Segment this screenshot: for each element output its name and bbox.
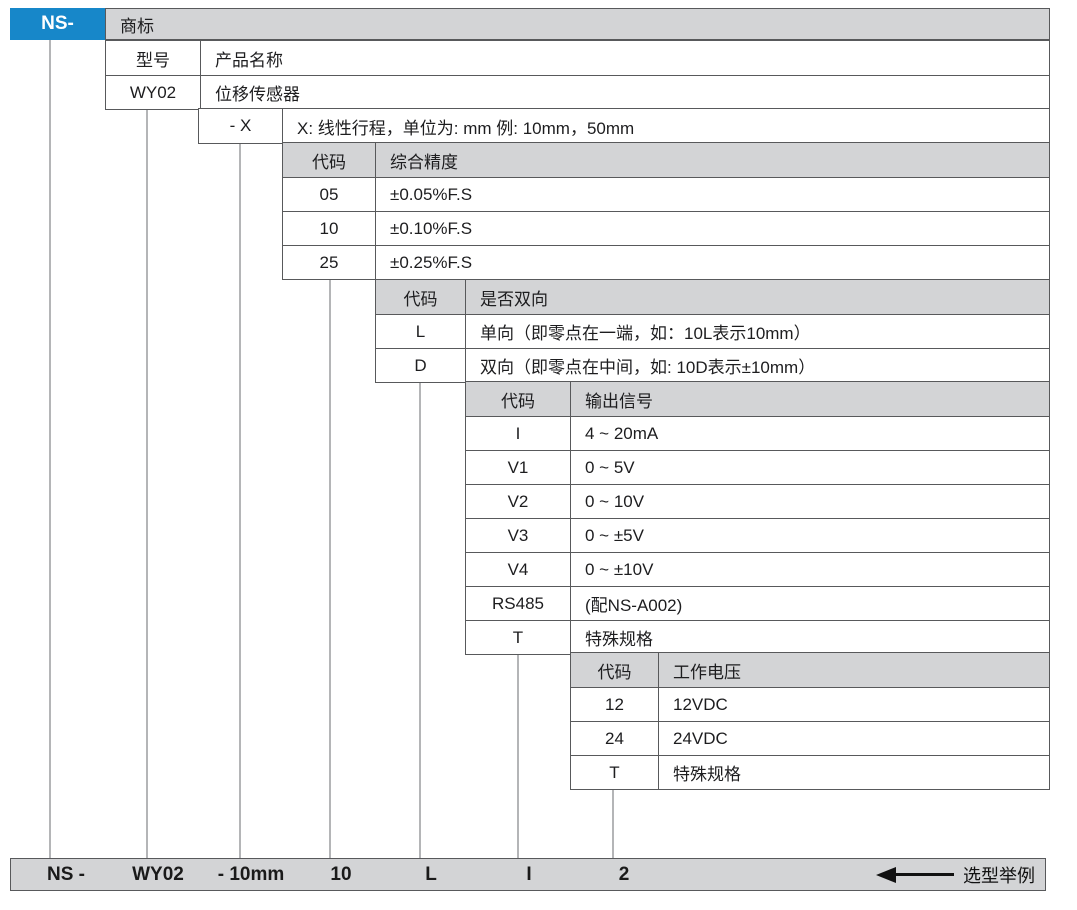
- arrow-line: [896, 873, 954, 876]
- example-segment-prefix: NS -: [16, 859, 116, 890]
- code-header-cell: 代码: [466, 382, 571, 416]
- voltage-table: 代码 工作电压 12 12VDC 24 24VDC T 特殊规格: [570, 652, 1050, 790]
- desc-cell: (配NS-A002): [571, 587, 1049, 620]
- code-cell: V2: [466, 485, 571, 518]
- example-segment-output: I: [479, 859, 579, 890]
- code-header-cell: 代码: [283, 143, 376, 177]
- table-row: D 双向（即零点在中间，如: 10D表示±10mm）: [376, 348, 1049, 382]
- example-segment-model: WY02: [108, 859, 208, 890]
- table-row: I 4 ~ 20mA: [466, 416, 1049, 450]
- code-cell: 05: [283, 178, 376, 211]
- code-cell: T: [466, 621, 571, 654]
- desc-cell: ±0.25%F.S: [376, 246, 1049, 279]
- connector-line-voltage: [612, 788, 614, 858]
- desc-cell: 双向（即零点在中间，如: 10D表示±10mm）: [466, 349, 1049, 382]
- prefix-label: NS-: [41, 13, 74, 35]
- code-cell: D: [376, 349, 466, 382]
- connector-line-output: [517, 652, 519, 858]
- table-row: 24 24VDC: [571, 721, 1049, 755]
- code-cell: T: [571, 756, 659, 789]
- example-segment-accuracy: 10: [291, 859, 391, 890]
- table-row: V4 0 ~ ±10V: [466, 552, 1049, 586]
- connector-line-prefix: [49, 40, 51, 858]
- desc-header-cell: 综合精度: [376, 143, 1049, 177]
- code-cell: 25: [283, 246, 376, 279]
- connector-line-accuracy: [329, 278, 331, 858]
- desc-cell: 24VDC: [659, 722, 1049, 755]
- desc-cell: 产品名称: [201, 41, 1049, 75]
- code-cell: - X: [199, 109, 283, 143]
- code-header-cell: 代码: [376, 280, 466, 314]
- output-signal-table: 代码 输出信号 I 4 ~ 20mA V1 0 ~ 5V V2 0 ~ 10V …: [465, 381, 1050, 655]
- desc-cell: ±0.10%F.S: [376, 212, 1049, 245]
- connector-line-stroke: [239, 142, 241, 858]
- prefix-box: NS-: [10, 8, 105, 40]
- table-row: RS485 (配NS-A002): [466, 586, 1049, 620]
- code-cell: 型号: [106, 41, 201, 75]
- desc-cell: 0 ~ ±10V: [571, 553, 1049, 586]
- code-cell: 10: [283, 212, 376, 245]
- table-header-row: 代码 综合精度: [283, 143, 1049, 177]
- example-bar: NS - WY02 - 10mm 10 L I 2 选型举例: [10, 858, 1046, 891]
- table-row: 25 ±0.25%F.S: [283, 245, 1049, 279]
- desc-cell: 0 ~ ±5V: [571, 519, 1049, 552]
- table-row: - X X: 线性行程，单位为: mm 例: 10mm，50mm: [199, 109, 1049, 143]
- ordering-code-diagram: NS- 商标 型号 产品名称 WY02 位移传感器 - X X: 线性行程，单位…: [0, 0, 1077, 910]
- desc-header-cell: 是否双向: [466, 280, 1049, 314]
- connector-line-model: [146, 108, 148, 858]
- desc-cell: 4 ~ 20mA: [571, 417, 1049, 450]
- desc-cell: 特殊规格: [571, 621, 1049, 654]
- desc-cell: 0 ~ 10V: [571, 485, 1049, 518]
- desc-cell: 12VDC: [659, 688, 1049, 721]
- example-segment-voltage: 2: [574, 859, 674, 890]
- table-header-row: 代码 工作电压: [571, 653, 1049, 687]
- example-segment-direction: L: [381, 859, 481, 890]
- table-row: 05 ±0.05%F.S: [283, 177, 1049, 211]
- connector-line-direction: [419, 381, 421, 858]
- code-cell: WY02: [106, 76, 201, 109]
- table-row: 型号 产品名称: [106, 41, 1049, 75]
- desc-header-cell: 输出信号: [571, 382, 1049, 416]
- trademark-cell: 商标: [105, 8, 1050, 40]
- left-arrow-icon: [876, 867, 896, 883]
- table-row: L 单向（即零点在一端，如：10L表示10mm）: [376, 314, 1049, 348]
- table-row: T 特殊规格: [571, 755, 1049, 789]
- example-segment-stroke: - 10mm: [201, 859, 301, 890]
- model-table: 型号 产品名称 WY02 位移传感器: [105, 40, 1050, 110]
- stroke-row: - X X: 线性行程，单位为: mm 例: 10mm，50mm: [198, 108, 1050, 144]
- code-header-cell: 代码: [571, 653, 659, 687]
- code-cell: 24: [571, 722, 659, 755]
- accuracy-table: 代码 综合精度 05 ±0.05%F.S 10 ±0.10%F.S 25 ±0.…: [282, 142, 1050, 280]
- table-row: 10 ±0.10%F.S: [283, 211, 1049, 245]
- code-cell: 12: [571, 688, 659, 721]
- desc-cell: 特殊规格: [659, 756, 1049, 789]
- desc-cell: 单向（即零点在一端，如：10L表示10mm）: [466, 315, 1049, 348]
- trademark-label: 商标: [120, 12, 154, 37]
- table-header-row: 代码 输出信号: [466, 382, 1049, 416]
- table-row: 12 12VDC: [571, 687, 1049, 721]
- table-header-row: 代码 是否双向: [376, 280, 1049, 314]
- desc-cell: 0 ~ 5V: [571, 451, 1049, 484]
- code-cell: I: [466, 417, 571, 450]
- table-row: V1 0 ~ 5V: [466, 450, 1049, 484]
- code-cell: RS485: [466, 587, 571, 620]
- example-label: 选型举例: [963, 862, 1035, 888]
- example-pointer: 选型举例: [876, 859, 1035, 890]
- direction-table: 代码 是否双向 L 单向（即零点在一端，如：10L表示10mm） D 双向（即零…: [375, 279, 1050, 383]
- desc-cell: ±0.05%F.S: [376, 178, 1049, 211]
- code-cell: V3: [466, 519, 571, 552]
- code-cell: V4: [466, 553, 571, 586]
- table-row: V3 0 ~ ±5V: [466, 518, 1049, 552]
- table-row: T 特殊规格: [466, 620, 1049, 654]
- table-row: V2 0 ~ 10V: [466, 484, 1049, 518]
- desc-cell: 位移传感器: [201, 76, 1049, 109]
- desc-cell: X: 线性行程，单位为: mm 例: 10mm，50mm: [283, 109, 1049, 143]
- code-cell: V1: [466, 451, 571, 484]
- code-cell: L: [376, 315, 466, 348]
- table-row: WY02 位移传感器: [106, 75, 1049, 109]
- desc-header-cell: 工作电压: [659, 653, 1049, 687]
